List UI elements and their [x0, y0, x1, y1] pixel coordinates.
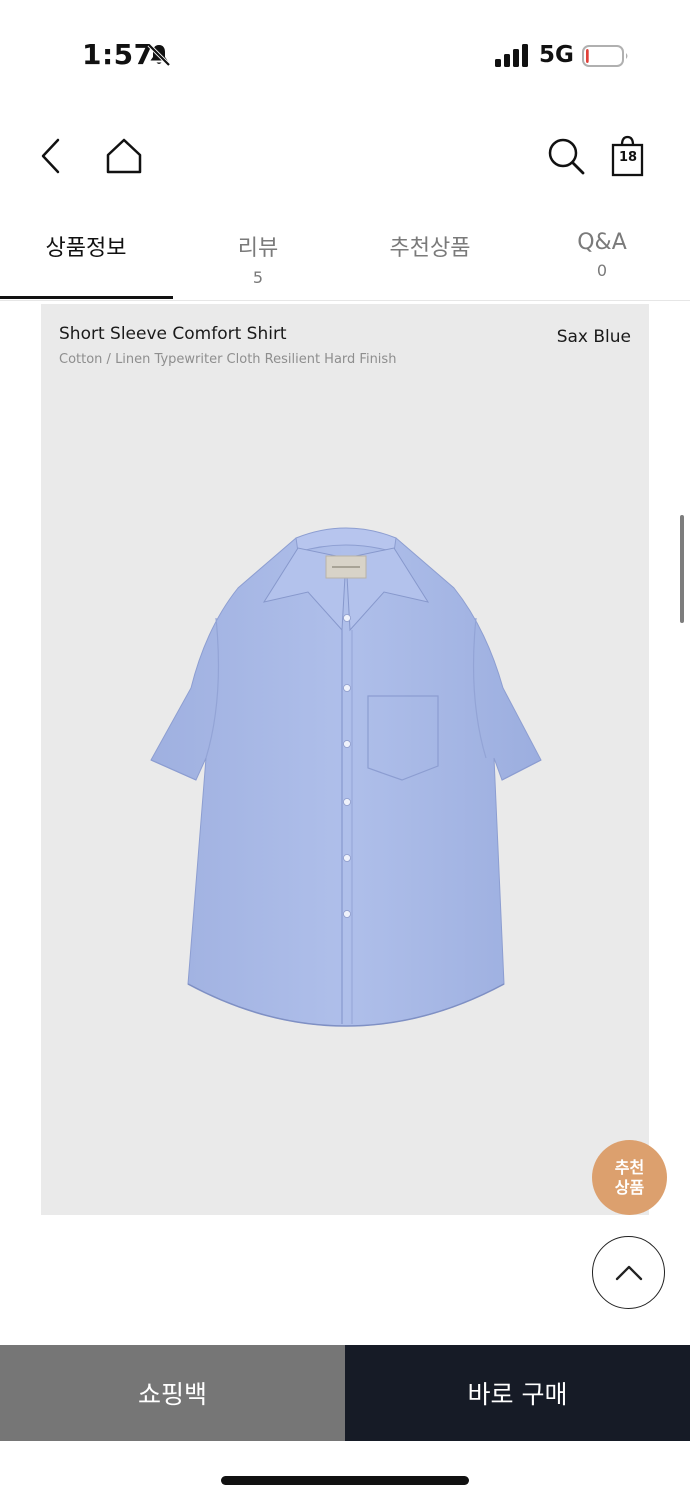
chevron-up-icon [615, 1265, 642, 1280]
search-icon [548, 138, 585, 175]
active-tab-indicator [0, 296, 173, 299]
tab-count: 0 [596, 261, 608, 280]
buy-now-button[interactable]: 바로 구매 [345, 1345, 690, 1441]
product-name: Short Sleeve Comfort Shirt [59, 324, 287, 344]
shopping-bag-button[interactable]: 18 [609, 135, 647, 177]
recommend-label-line1: 추천 [614, 1157, 645, 1177]
search-button[interactable] [545, 135, 587, 177]
network-type: 5G [539, 42, 574, 68]
battery-icon [582, 45, 628, 67]
tab-reviews[interactable]: 리뷰 5 [172, 218, 344, 300]
top-nav-bar: 18 [0, 125, 690, 185]
bell-muted-icon [147, 43, 171, 67]
back-icon [41, 138, 60, 174]
tab-product-info[interactable]: 상품정보 [0, 218, 172, 300]
tab-label: 리뷰 [237, 236, 279, 261]
status-time: 1:57 [82, 38, 154, 71]
cart-count-badge: 18 [618, 150, 638, 165]
tab-count: 5 [252, 268, 264, 287]
tab-recommended[interactable]: 추천상품 [344, 218, 516, 300]
home-button[interactable] [104, 137, 144, 175]
bottom-action-bar: 쇼핑백 바로 구매 [0, 1345, 690, 1441]
product-image-card: Short Sleeve Comfort Shirt Sax Blue Cott… [41, 304, 649, 1215]
add-to-shopping-bag-button[interactable]: 쇼핑백 [0, 1345, 345, 1441]
product-fabric: Cotton / Linen Typewriter Cloth Resilien… [59, 352, 397, 367]
product-tabs: 상품정보 리뷰 5 추천상품 Q&A 0 [0, 218, 690, 301]
status-bar: 1:57 5G [0, 0, 690, 110]
tab-label: Q&A [577, 230, 627, 255]
recommend-label-line2: 상품 [614, 1177, 645, 1197]
product-color: Sax Blue [556, 327, 631, 347]
home-indicator[interactable] [221, 1476, 469, 1485]
tab-label: 추천상품 [389, 236, 471, 261]
back-button[interactable] [36, 137, 66, 175]
scroll-to-top-button[interactable] [592, 1236, 665, 1309]
tab-label: 상품정보 [45, 236, 127, 261]
recommended-products-button[interactable]: 추천 상품 [592, 1140, 667, 1215]
home-icon [106, 138, 142, 174]
product-shirt-image [150, 527, 542, 1027]
cellular-signal-icon [495, 44, 528, 67]
scrollbar[interactable] [680, 515, 684, 623]
tab-qna[interactable]: Q&A 0 [516, 218, 688, 300]
